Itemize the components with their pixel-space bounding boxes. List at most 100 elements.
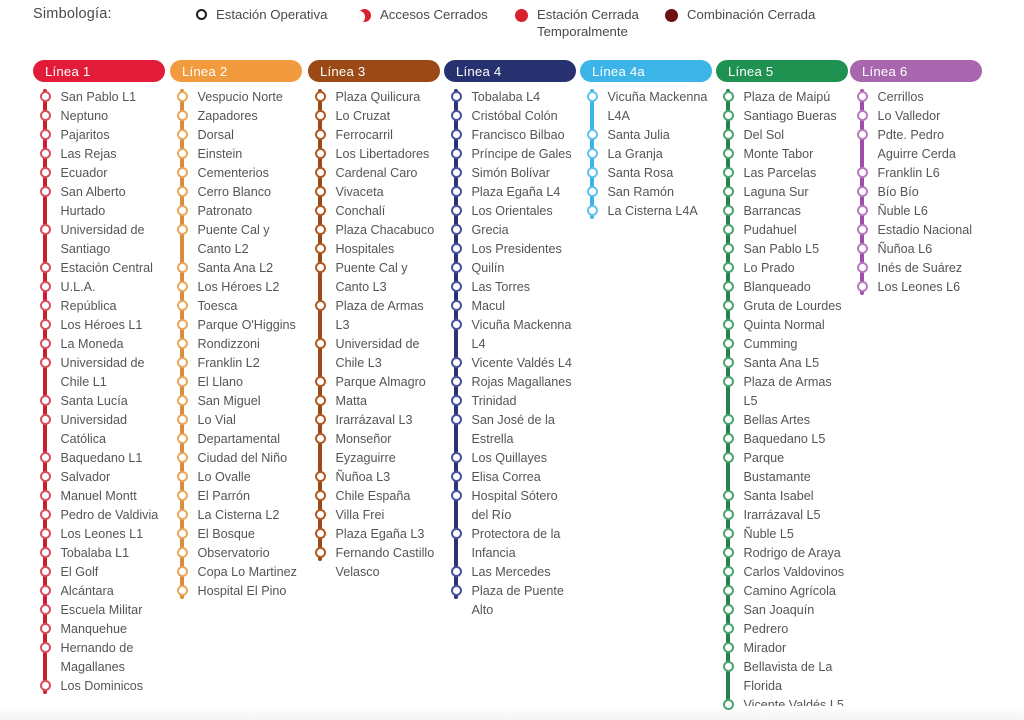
station-item[interactable]: Patronato (170, 202, 302, 221)
station-item[interactable]: Parque Almagro (308, 373, 440, 392)
station-item[interactable]: Puente Cal y Canto L3 (308, 259, 440, 297)
station-item[interactable]: Universidad de Chile L1 (33, 354, 165, 392)
station-item[interactable]: San Pablo L5 (716, 240, 848, 259)
station-item[interactable]: Franklin L2 (170, 354, 302, 373)
station-item[interactable]: Santa Ana L5 (716, 354, 848, 373)
station-item[interactable]: Quilín (444, 259, 576, 278)
station-item[interactable]: Bío Bío (850, 183, 982, 202)
station-item[interactable]: Estación Central (33, 259, 165, 278)
station-item[interactable]: Hernando de Magallanes (33, 639, 165, 677)
station-item[interactable]: Neptuno (33, 107, 165, 126)
station-item[interactable]: Los Héroes L1 (33, 316, 165, 335)
station-item[interactable]: Cerro Blanco (170, 183, 302, 202)
line-header-l2[interactable]: Línea 2 (170, 60, 302, 82)
station-item[interactable]: Los Leones L6 (850, 278, 982, 297)
station-item[interactable]: Bellas Artes (716, 411, 848, 430)
station-item[interactable]: Salvador (33, 468, 165, 487)
station-item[interactable]: Las Rejas (33, 145, 165, 164)
station-item[interactable]: Ñuñoa L3 (308, 468, 440, 487)
station-item[interactable]: Irarrázaval L3 (308, 411, 440, 430)
station-item[interactable]: Manquehue (33, 620, 165, 639)
station-item[interactable]: Las Torres (444, 278, 576, 297)
station-item[interactable]: Macul (444, 297, 576, 316)
station-item[interactable]: Inés de Suárez (850, 259, 982, 278)
station-item[interactable]: Ñuñoa L6 (850, 240, 982, 259)
station-item[interactable]: Escuela Militar (33, 601, 165, 620)
station-item[interactable]: San Alberto Hurtado (33, 183, 165, 221)
station-item[interactable]: El Parrón (170, 487, 302, 506)
station-item[interactable]: Ecuador (33, 164, 165, 183)
station-item[interactable]: Protectora de la Infancia (444, 525, 576, 563)
station-item[interactable]: Copa Lo Martinez (170, 563, 302, 582)
station-item[interactable]: Santa Rosa (580, 164, 712, 183)
station-item[interactable]: Rojas Magallanes (444, 373, 576, 392)
station-item[interactable]: Monte Tabor (716, 145, 848, 164)
line-header-l1[interactable]: Línea 1 (33, 60, 165, 82)
station-item[interactable]: Laguna Sur (716, 183, 848, 202)
station-item[interactable]: San Pablo L1 (33, 88, 165, 107)
station-item[interactable]: Vicente Valdés L4 (444, 354, 576, 373)
station-item[interactable]: Pedrero (716, 620, 848, 639)
station-item[interactable]: Cementerios (170, 164, 302, 183)
station-item[interactable]: Matta (308, 392, 440, 411)
station-item[interactable]: Lo Prado (716, 259, 848, 278)
station-item[interactable]: Plaza de Puente Alto (444, 582, 576, 620)
station-item[interactable]: Universidad de Santiago (33, 221, 165, 259)
station-item[interactable]: Plaza Quilicura (308, 88, 440, 107)
station-item[interactable]: Grecia (444, 221, 576, 240)
station-item[interactable]: El Llano (170, 373, 302, 392)
station-item[interactable]: Irarrázaval L5 (716, 506, 848, 525)
station-item[interactable]: Del Sol (716, 126, 848, 145)
station-item[interactable]: Parque O'Higgins (170, 316, 302, 335)
station-item[interactable]: Hospitales (308, 240, 440, 259)
station-item[interactable]: Los Presidentes (444, 240, 576, 259)
station-item[interactable]: Observatorio (170, 544, 302, 563)
station-item[interactable]: Puente Cal y Canto L2 (170, 221, 302, 259)
station-item[interactable]: Ñuble L5 (716, 525, 848, 544)
station-item[interactable]: Santa Ana L2 (170, 259, 302, 278)
station-item[interactable]: Elisa Correa (444, 468, 576, 487)
station-item[interactable]: Pudahuel (716, 221, 848, 240)
line-header-l4a[interactable]: Línea 4a (580, 60, 712, 82)
station-item[interactable]: Universidad de Chile L3 (308, 335, 440, 373)
station-item[interactable]: Plaza de Armas L5 (716, 373, 848, 411)
station-item[interactable]: Vivaceta (308, 183, 440, 202)
station-item[interactable]: Villa Frei (308, 506, 440, 525)
station-item[interactable]: Vicuña Mackenna L4A (580, 88, 712, 126)
line-header-l3[interactable]: Línea 3 (308, 60, 440, 82)
station-item[interactable]: San José de la Estrella (444, 411, 576, 449)
station-item[interactable]: Ñuble L6 (850, 202, 982, 221)
station-item[interactable]: Blanqueado (716, 278, 848, 297)
station-item[interactable]: Baquedano L5 (716, 430, 848, 449)
station-item[interactable]: Santa Lucía (33, 392, 165, 411)
station-item[interactable]: Cumming (716, 335, 848, 354)
station-item[interactable]: Plaza Egaña L4 (444, 183, 576, 202)
station-item[interactable]: Lo Cruzat (308, 107, 440, 126)
station-item[interactable]: San Ramón (580, 183, 712, 202)
station-item[interactable]: Lo Ovalle (170, 468, 302, 487)
station-item[interactable]: Santa Julia (580, 126, 712, 145)
station-item[interactable]: La Moneda (33, 335, 165, 354)
station-item[interactable]: La Cisterna L2 (170, 506, 302, 525)
station-item[interactable]: Vicuña Mackenna L4 (444, 316, 576, 354)
station-item[interactable]: Plaza de Maipú (716, 88, 848, 107)
station-item[interactable]: Toesca (170, 297, 302, 316)
station-item[interactable]: Lo Valledor (850, 107, 982, 126)
line-header-l4[interactable]: Línea 4 (444, 60, 576, 82)
station-item[interactable]: Camino Agrícola (716, 582, 848, 601)
station-item[interactable]: Las Parcelas (716, 164, 848, 183)
station-item[interactable]: Los Orientales (444, 202, 576, 221)
station-item[interactable]: El Bosque (170, 525, 302, 544)
station-item[interactable]: Plaza Chacabuco (308, 221, 440, 240)
station-item[interactable]: Manuel Montt (33, 487, 165, 506)
station-item[interactable]: Los Quillayes (444, 449, 576, 468)
station-item[interactable]: San Joaquín (716, 601, 848, 620)
station-item[interactable]: U.L.A. (33, 278, 165, 297)
station-item[interactable]: El Golf (33, 563, 165, 582)
station-item[interactable]: Barrancas (716, 202, 848, 221)
station-item[interactable]: Hospital Sótero del Río (444, 487, 576, 525)
station-item[interactable]: La Granja (580, 145, 712, 164)
station-item[interactable]: Conchalí (308, 202, 440, 221)
station-item[interactable]: Las Mercedes (444, 563, 576, 582)
station-item[interactable]: Gruta de Lourdes (716, 297, 848, 316)
